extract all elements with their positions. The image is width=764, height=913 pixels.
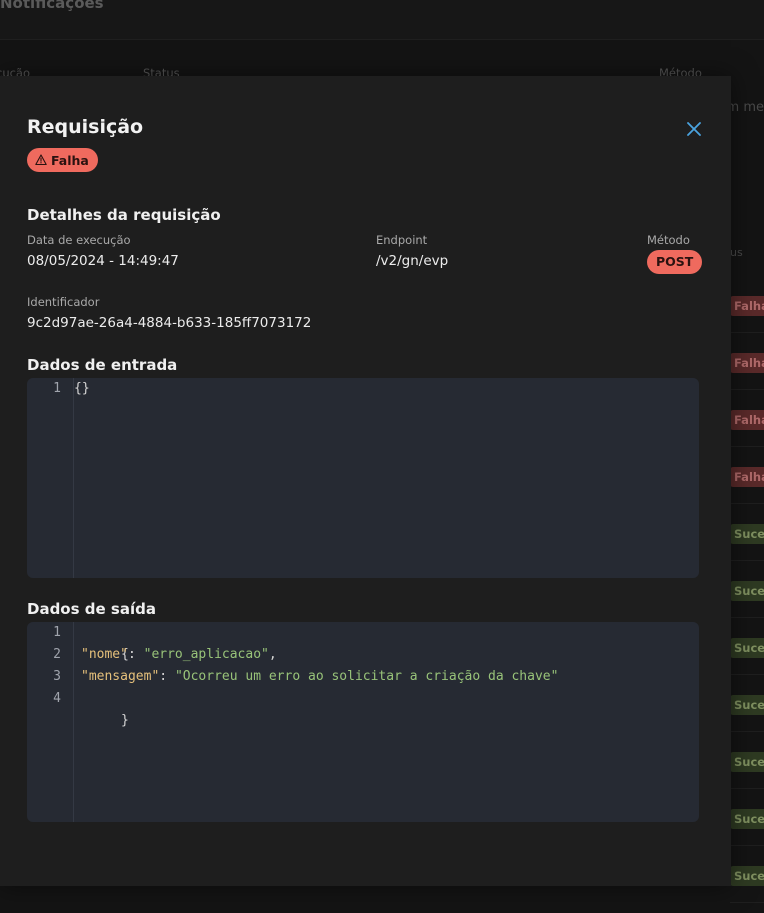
table-row[interactable]: Falha	[730, 333, 764, 390]
modal-title: Requisição	[27, 116, 144, 138]
column-header-status-right: us	[730, 246, 743, 259]
table-row[interactable]: Suces	[730, 732, 764, 789]
table-row[interactable]: Suces	[730, 789, 764, 846]
line-number: 2	[53, 647, 61, 662]
line-number: 3	[53, 669, 61, 684]
table-row[interactable]: Suces	[730, 675, 764, 732]
status-badge: Falha	[730, 410, 764, 430]
input-code-editor[interactable]: 1 {}	[27, 378, 699, 578]
output-data-heading: Dados de saída	[27, 600, 156, 618]
status-badge: Suces	[730, 581, 764, 601]
status-badge: Suces	[730, 695, 764, 715]
execution-date-value: 08/05/2024 - 14:49:47	[27, 253, 179, 269]
close-button[interactable]	[684, 119, 704, 139]
table-row[interactable]: Falha	[730, 390, 764, 447]
code-line: }	[74, 688, 129, 728]
code-line: {	[74, 622, 129, 662]
json-string-value: "erro_aplicacao"	[143, 647, 269, 662]
json-string-value: "Ocorreu um erro ao solicitar a criação …	[174, 669, 559, 684]
identifier-label: Identificador	[27, 295, 100, 309]
status-badge: Falha	[27, 148, 98, 172]
line-number: 4	[53, 691, 61, 706]
line-number: 1	[53, 625, 61, 640]
code-line: {}	[74, 381, 90, 396]
background-table: Falha Falha Falha Falha Suces Suces Suces Suces…	[730, 276, 764, 903]
status-badge: Falha	[730, 467, 764, 487]
json-key: "mensagem"	[81, 669, 160, 684]
json-separator: :	[127, 647, 144, 662]
output-code-editor[interactable]: 1 2 3 4 { "nome": "erro_aplicacao", "men…	[27, 622, 699, 822]
json-key: "nome"	[81, 647, 128, 662]
execution-date-label: Data de execução	[27, 233, 131, 247]
input-data-heading: Dados de entrada	[27, 356, 178, 374]
status-badge: Falha	[730, 296, 764, 316]
status-badge: Suces	[730, 752, 764, 772]
status-badge: Suces	[730, 809, 764, 829]
line-number-gutter: 1 2 3 4	[27, 622, 74, 822]
close-icon	[687, 122, 701, 136]
status-badge: Falha	[730, 353, 764, 373]
table-row[interactable]: Suces	[730, 504, 764, 561]
line-number: 1	[53, 381, 61, 396]
details-heading: Detalhes da requisição	[27, 206, 221, 224]
method-label: Método	[647, 233, 690, 247]
table-row[interactable]: Falha	[730, 276, 764, 333]
code-line: "nome": "erro_aplicacao",	[81, 644, 277, 666]
json-brace: }	[120, 713, 129, 728]
status-badge: Suces	[730, 638, 764, 658]
endpoint-label: Endpoint	[376, 233, 428, 247]
table-row[interactable]: Suces	[730, 846, 764, 903]
json-comma: ,	[268, 647, 277, 662]
status-badge: Suces	[730, 866, 764, 886]
request-modal: Requisição Falha Detalhes da requisição …	[0, 76, 731, 886]
identifier-value: 9c2d97ae-26a4-4884-b633-185ff7073172	[27, 315, 312, 331]
line-number-gutter: 1	[27, 378, 74, 578]
endpoint-value: /v2/gn/evp	[376, 253, 449, 269]
warning-triangle-icon	[35, 154, 47, 166]
background-header: Notificações	[0, 0, 764, 40]
table-row[interactable]: Falha	[730, 447, 764, 504]
status-badge-label: Falha	[51, 152, 89, 168]
table-row[interactable]: Suces	[730, 618, 764, 675]
method-badge: POST	[647, 250, 703, 274]
table-row[interactable]: Suces	[730, 561, 764, 618]
background-page-title: Notificações	[0, 0, 104, 12]
code-line: "mensagem": "Ocorreu um erro ao solicita…	[81, 666, 558, 688]
status-badge: Suces	[730, 524, 764, 544]
json-separator: :	[159, 669, 175, 684]
